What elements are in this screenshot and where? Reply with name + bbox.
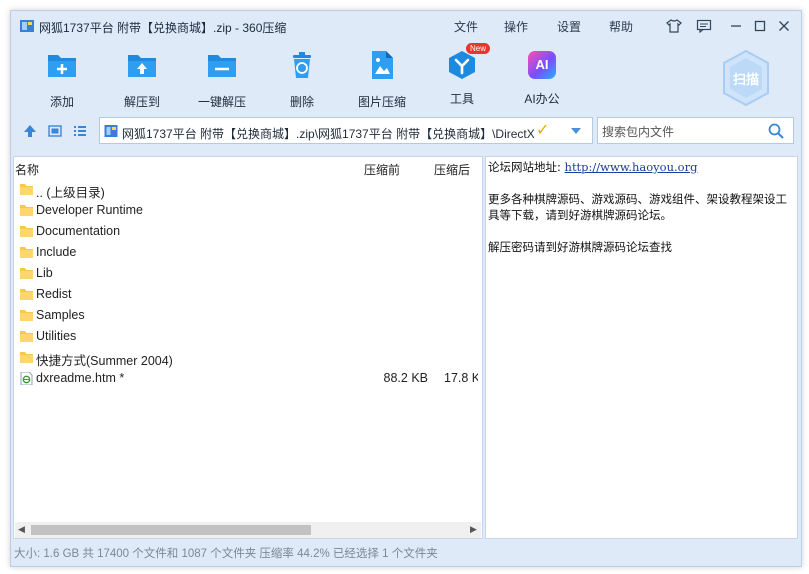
folder-icon	[20, 226, 33, 237]
new-badge: New	[466, 43, 491, 54]
file-name: Include	[36, 245, 77, 259]
window-title: 网狐1737平台 附带【兑换商城】.zip - 360压缩	[39, 21, 287, 35]
file-packed-size: 17.8 KB	[444, 371, 478, 385]
scrollbar-thumb[interactable]	[31, 525, 311, 535]
list-item[interactable]: Redist	[14, 284, 480, 305]
forum-label: 论坛网站地址:	[488, 160, 561, 174]
tools-button[interactable]: New 工具	[422, 43, 502, 107]
close-icon[interactable]	[775, 17, 793, 35]
list-item[interactable]: Documentation	[14, 221, 480, 242]
file-name: dxreadme.htm *	[36, 371, 125, 385]
address-path: 网狐1737平台 附带【兑换商城】.zip\网狐1737平台 附带【兑换商城】\…	[122, 127, 534, 141]
add-label: 添加	[49, 95, 74, 109]
folder-icon	[20, 331, 33, 342]
folder-icon	[20, 289, 33, 300]
up-arrow-icon[interactable]	[23, 124, 37, 138]
list-view-icon[interactable]	[73, 124, 87, 138]
list-item[interactable]: Lib	[14, 263, 480, 284]
add-button[interactable]: 添加	[22, 49, 102, 110]
extract-to-label: 解压到	[123, 95, 160, 109]
folder-icon	[20, 310, 33, 321]
menu-file[interactable]: 文件	[454, 18, 478, 35]
app-logo-icon	[20, 20, 34, 32]
ai-office-button[interactable]: AI AI办公	[502, 49, 582, 107]
list-item[interactable]: .. (上级目录)	[14, 179, 480, 200]
one-click-extract-icon	[208, 55, 236, 77]
column-packed-header[interactable]: 压缩后	[434, 161, 470, 178]
file-name: Developer Runtime	[36, 203, 143, 217]
search-icon[interactable]	[768, 123, 784, 139]
search-box[interactable]	[597, 117, 794, 144]
minimize-icon[interactable]	[727, 17, 745, 35]
image-compress-label: 图片压缩	[357, 95, 406, 109]
search-input[interactable]	[600, 121, 764, 142]
forum-link[interactable]: http://www.haoyou.org	[565, 160, 698, 174]
file-name: Utilities	[36, 329, 77, 343]
delete-button[interactable]: 删除	[262, 49, 342, 110]
menu-settings[interactable]: 设置	[557, 18, 581, 35]
file-name: Documentation	[36, 224, 121, 238]
file-name: Lib	[36, 266, 53, 280]
archive-icon	[104, 125, 118, 137]
scroll-left-icon[interactable]: ◀	[18, 524, 25, 535]
file-name: .. (上级目录)	[36, 186, 105, 200]
title-bar: 网狐1737平台 附带【兑换商城】.zip - 360压缩 文件 操作 设置 帮…	[11, 11, 801, 41]
maximize-icon[interactable]	[751, 17, 769, 35]
horizontal-scrollbar[interactable]: ◀ ▶	[15, 522, 481, 538]
list-item[interactable]: dxreadme.htm * 88.2 KB 17.8 KB	[14, 368, 480, 389]
column-name-header[interactable]: 名称	[15, 161, 39, 178]
folder-icon	[20, 247, 33, 258]
html-file-icon	[20, 372, 33, 385]
scan-label: 扫描	[732, 72, 759, 87]
ai-icon: AI	[528, 51, 556, 79]
list-item[interactable]: Include	[14, 242, 480, 263]
status-bar: 大小: 1.6 GB 共 17400 个文件和 1087 个文件夹 压缩率 44…	[14, 548, 438, 560]
extract-to-button[interactable]: 解压到	[102, 49, 182, 110]
file-size: 88.2 KB	[383, 371, 428, 385]
verified-mark-icon: ✓	[536, 122, 550, 139]
column-size-header[interactable]: 压缩前	[364, 161, 400, 178]
extract-to-icon	[128, 55, 156, 77]
address-bar[interactable]: 网狐1737平台 附带【兑换商城】.zip\网狐1737平台 附带【兑换商城】\…	[99, 117, 593, 144]
address-dropdown-icon[interactable]	[570, 127, 582, 135]
file-name: 快捷方式(Summer 2004)	[36, 354, 173, 368]
menu-operation[interactable]: 操作	[504, 18, 528, 35]
one-click-extract-label: 一键解压	[197, 95, 246, 109]
tools-label: 工具	[449, 92, 474, 106]
ai-office-label: AI办公	[524, 92, 560, 106]
feedback-icon[interactable]	[695, 17, 713, 35]
more-downloads-text: 更多各种棋牌源码、游戏源码、游戏组件、架设教程架设工具等下载，请到好游棋牌源码论…	[488, 192, 787, 222]
file-name: Redist	[36, 287, 72, 301]
image-compress-icon	[372, 51, 393, 79]
one-click-extract-button[interactable]: 一键解压	[182, 49, 262, 110]
list-item[interactable]: Samples	[14, 305, 480, 326]
menu-help[interactable]: 帮助	[609, 18, 633, 35]
folder-icon	[20, 268, 33, 279]
app-window: 网狐1737平台 附带【兑换商城】.zip - 360压缩 文件 操作 设置 帮…	[10, 10, 802, 567]
folder-icon	[20, 205, 33, 216]
file-list[interactable]: 名称 压缩前 压缩后 .. (上级目录) Developer Runtime Doc…	[13, 156, 483, 539]
scan-button[interactable]: 扫描	[721, 49, 771, 107]
delete-label: 删除	[289, 95, 314, 109]
image-compress-button[interactable]: 图片压缩	[342, 49, 422, 110]
ai-icon-text: AI	[535, 57, 549, 72]
file-name: Samples	[36, 308, 85, 322]
thumbnail-view-icon[interactable]	[48, 124, 62, 138]
list-item[interactable]: Utilities	[14, 326, 480, 347]
tools-icon-wrap: New	[446, 43, 491, 81]
password-text: 解压密码请到好游棋牌源码论坛查找	[488, 240, 672, 254]
recycle-bin-icon	[293, 52, 311, 78]
list-item[interactable]: Developer Runtime	[14, 200, 480, 221]
comment-preview: 论坛网站地址: http://www.haoyou.org 更多各种棋牌源码、游…	[485, 156, 798, 539]
skin-icon[interactable]	[665, 17, 683, 35]
scroll-right-icon[interactable]: ▶	[470, 524, 477, 535]
add-icon	[48, 55, 76, 77]
folder-icon	[20, 352, 33, 363]
list-item[interactable]: 快捷方式(Summer 2004)	[14, 347, 480, 368]
folder-icon	[20, 184, 33, 195]
